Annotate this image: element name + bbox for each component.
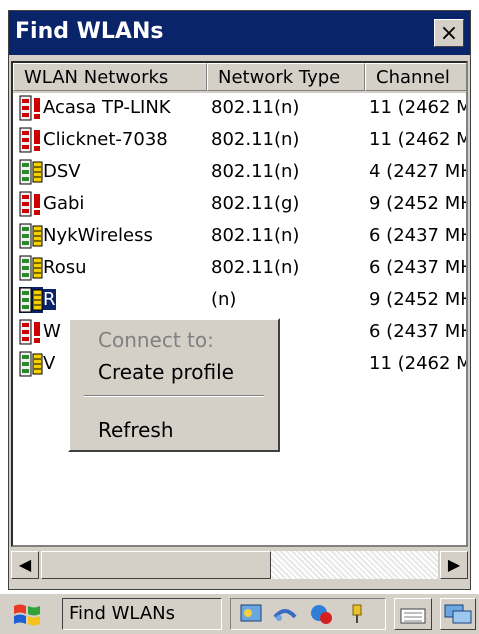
menu-separator (84, 395, 264, 397)
network-channel: 6 (2437 MH (369, 225, 468, 246)
find-wlans-window: Find WLANs × WLAN Networks Network Type … (8, 10, 471, 590)
scroll-thumb[interactable] (41, 551, 271, 579)
network-name: Clicknet-7038 (43, 129, 168, 150)
open-wlan-icon (19, 159, 43, 185)
taskbar-find-wlans-button[interactable]: Find WLANs (62, 598, 222, 630)
keyboard-icon (400, 608, 426, 624)
start-button[interactable] (6, 600, 54, 630)
list-item[interactable]: Acasa TP-LINK 802.11(n) 11 (2462 M (13, 93, 468, 125)
secured-wlan-icon (19, 319, 40, 345)
close-button[interactable]: × (434, 19, 464, 47)
network-channel: 9 (2452 MH (369, 289, 468, 310)
list-item[interactable]: DSV 802.11(n) 4 (2427 MH (13, 157, 468, 189)
window-title: Find WLANs (15, 19, 164, 44)
column-header-wlan-networks[interactable]: WLAN Networks (13, 63, 207, 91)
open-wlan-icon (19, 351, 43, 377)
network-type: 802.11(g) (211, 193, 300, 214)
network-channel: 9 (2452 MH (369, 193, 468, 214)
list-item[interactable]: Rosu 802.11(n) 6 (2437 MH (13, 253, 468, 285)
open-wlan-icon (19, 287, 43, 313)
network-name: R (43, 289, 56, 310)
network-channel: 4 (2427 MH (369, 161, 468, 182)
network-name: Acasa TP-LINK (43, 97, 171, 118)
connection-icon[interactable] (273, 603, 297, 625)
open-wlan-icon (19, 223, 43, 249)
column-header-channel[interactable]: Channel (365, 63, 466, 91)
network-type: 802.11(n) (211, 257, 300, 278)
desktop-icon (444, 604, 472, 624)
network-channel: 11 (2462 M (369, 97, 468, 118)
secured-wlan-icon (19, 95, 40, 121)
network-type: 802.11(n) (211, 129, 300, 150)
power-icon[interactable] (345, 603, 369, 625)
menu-item-create-profile[interactable]: Create profile (98, 360, 234, 384)
open-wlan-icon (19, 255, 43, 281)
network-channel: 11 (2462 M (369, 129, 468, 150)
network-channel: 6 (2437 MH (369, 321, 468, 342)
network-name: NykWireless (43, 225, 153, 246)
network-channel: 11 (2462 M (369, 353, 468, 374)
column-header-network-type[interactable]: Network Type (207, 63, 365, 91)
list-header: WLAN Networks Network Type Channel (13, 63, 466, 93)
network-name: Rosu (43, 257, 87, 278)
security-icon[interactable] (309, 603, 333, 625)
menu-item-refresh[interactable]: Refresh (98, 418, 174, 442)
list-item[interactable]: Gabi 802.11(g) 9 (2452 MH (13, 189, 468, 221)
list-item[interactable]: NykWireless 802.11(n) 6 (2437 MH (13, 221, 468, 253)
title-bar: Find WLANs × (9, 11, 470, 55)
network-icon[interactable] (239, 603, 263, 625)
system-tray (230, 598, 386, 630)
scroll-left-button[interactable]: ◀ (11, 551, 39, 579)
desktop-button[interactable] (440, 598, 476, 630)
network-type: 802.11(n) (211, 225, 300, 246)
secured-wlan-icon (19, 191, 40, 217)
network-name: Gabi (43, 193, 85, 214)
wlan-list[interactable]: WLAN Networks Network Type Channel Acasa… (11, 61, 468, 547)
list-item[interactable]: R (n) 9 (2452 MH (13, 285, 468, 317)
network-name: DSV (43, 161, 81, 182)
windows-flag-icon (14, 604, 40, 626)
network-name: W (43, 321, 61, 342)
menu-header-connect-to: Connect to: (98, 328, 214, 352)
secured-wlan-icon (19, 127, 40, 153)
horizontal-scrollbar[interactable]: ◀ ▶ (11, 549, 468, 579)
network-channel: 6 (2437 MH (369, 257, 468, 278)
scroll-right-button[interactable]: ▶ (440, 551, 468, 579)
network-type: 802.11(n) (211, 97, 300, 118)
keyboard-button[interactable] (394, 598, 432, 630)
network-name: V (43, 353, 56, 374)
context-menu: Connect to: Create profile Refresh (68, 318, 280, 452)
network-type: (n) (211, 289, 237, 310)
network-type: 802.11(n) (211, 161, 300, 182)
taskbar: Find WLANs (0, 592, 479, 634)
list-item[interactable]: Clicknet-7038 802.11(n) 11 (2462 M (13, 125, 468, 157)
